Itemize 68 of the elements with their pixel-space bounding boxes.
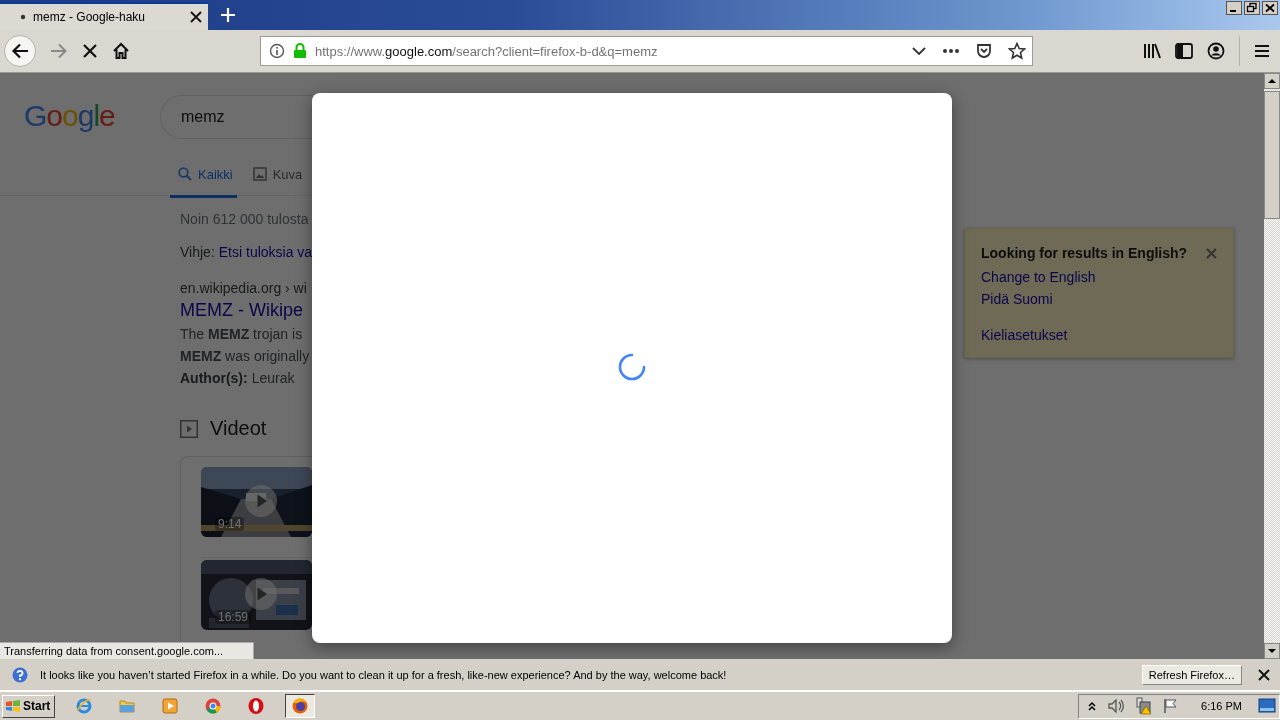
hint-label: Vihje: (180, 244, 215, 260)
close-icon[interactable] (1258, 668, 1270, 681)
settings-link[interactable]: Kieliasetukset (981, 327, 1068, 343)
result-snippet: MEMZ was originally (180, 347, 311, 365)
search-tab[interactable]: Kaikki (170, 159, 237, 198)
windows-logo-icon (5, 699, 21, 713)
back-arrow-icon (11, 43, 29, 59)
address-bar[interactable]: https://www.google.com/search?client=firefox-b-d&q=memz (260, 36, 1033, 66)
author-name: Leurak (251, 370, 295, 386)
result-url: en.wikipedia.org › wi (180, 280, 308, 296)
star-icon[interactable] (1008, 42, 1026, 60)
chevron-up-icon[interactable] (1087, 700, 1098, 712)
result-title[interactable]: MEMZ - Wikipe (180, 300, 312, 321)
menu-icon[interactable] (1254, 44, 1270, 58)
scroll-down-icon[interactable] (1264, 643, 1280, 659)
lock-icon (293, 43, 307, 59)
folder-icon (118, 697, 137, 715)
google-logo[interactable]: Google (24, 99, 136, 133)
flag-icon[interactable] (1163, 698, 1180, 714)
speaker-icon[interactable] (1107, 698, 1126, 714)
taskbar-app[interactable] (285, 694, 316, 718)
info-icon[interactable] (269, 43, 285, 59)
clock[interactable]: 6:16 PM (1201, 700, 1242, 712)
video-icon (180, 419, 198, 438)
language-link[interactable]: Pidä Suomi (981, 291, 1053, 307)
network-warning-icon[interactable] (1135, 697, 1154, 715)
author-label: Author(s): (180, 370, 248, 386)
pocket-icon[interactable] (976, 43, 992, 59)
section-heading: Videot (210, 417, 267, 440)
scrollbar[interactable] (1264, 73, 1280, 659)
minimize-icon[interactable] (1226, 1, 1242, 15)
scroll-thumb[interactable] (1264, 91, 1280, 219)
refresh-button[interactable]: Refresh Firefox… (1141, 664, 1242, 685)
search-icon (178, 167, 192, 181)
loading-dot-icon (20, 14, 26, 20)
start-button[interactable]: Start (2, 694, 56, 718)
hint-link[interactable]: Etsi tuloksia va (218, 244, 313, 260)
result-count: Noin 612 000 tulosta (180, 211, 310, 227)
close-icon[interactable] (1262, 1, 1278, 15)
stop-icon[interactable] (82, 43, 98, 59)
panel-title: Looking for results in English? (981, 245, 1188, 261)
dropdown-icon[interactable] (912, 46, 926, 56)
language-link[interactable]: Change to English (981, 269, 1096, 285)
browser-icon (75, 697, 94, 715)
browser-tab[interactable]: memz - Google-haku (0, 2, 208, 30)
restore-icon[interactable] (1244, 1, 1260, 15)
notification-message: It looks like you haven’t started Firefox in a while. Do you want to clean it up for a fresh, like-new experience? And by the way, welcome back! (40, 668, 727, 681)
status-text: Transferring data from consent.google.com... (0, 642, 254, 659)
close-icon[interactable] (190, 11, 202, 23)
scroll-up-icon[interactable] (1264, 73, 1280, 89)
show-desktop-icon[interactable] (1258, 698, 1276, 714)
library-icon[interactable] (1143, 43, 1161, 59)
result-snippet: The MEMZ trojan is (180, 325, 304, 343)
opera-icon (247, 697, 266, 715)
search-tab[interactable]: Kuva (244, 159, 307, 198)
more-icon[interactable] (942, 48, 960, 54)
back-button[interactable] (4, 35, 36, 67)
image-icon (252, 167, 267, 181)
sidebar-icon[interactable] (1175, 43, 1193, 59)
firefox-icon (291, 697, 310, 715)
new-tab-icon[interactable] (220, 7, 236, 23)
tab-title: memz - Google-haku (33, 10, 147, 24)
home-icon[interactable] (112, 42, 130, 60)
media-player-icon (161, 697, 180, 715)
help-icon (12, 666, 28, 683)
account-icon[interactable] (1207, 42, 1225, 60)
chrome-icon (204, 697, 223, 715)
url-text: https://www.google.com/search?client=firefox-b-d&q=memz (315, 43, 658, 59)
